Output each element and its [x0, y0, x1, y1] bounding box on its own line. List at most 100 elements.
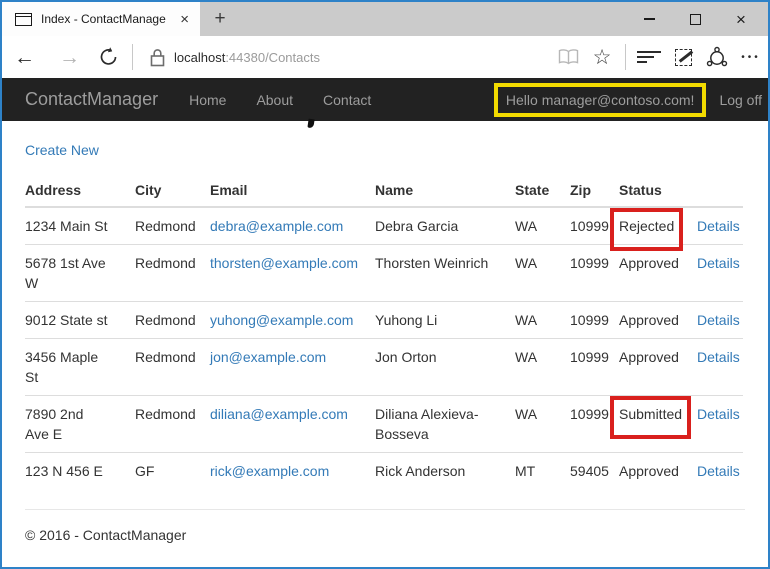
share-button[interactable] [701, 41, 733, 73]
cell-city: Redmond [135, 245, 210, 302]
url-path: :44380/Contacts [225, 50, 320, 65]
cell-city: Redmond [135, 207, 210, 245]
site-navbar: ContactManager Home About Contact Hello … [2, 78, 768, 121]
cell-zip: 10999 [570, 339, 619, 396]
cell-city: Redmond [135, 302, 210, 339]
cell-name: Yuhong Li [375, 302, 515, 339]
email-link[interactable]: jon@example.com [210, 349, 326, 365]
hub-button[interactable] [633, 41, 665, 73]
lock-icon [149, 47, 166, 68]
details-link[interactable]: Details [697, 349, 740, 365]
cell-address: 1234 Main St [25, 207, 135, 245]
create-new-link[interactable]: Create New [25, 142, 99, 158]
url-host: localhost [174, 50, 225, 65]
browser-toolbar: ← → localhost:44380/Contacts ☆ [2, 36, 768, 78]
status-value: Approved [619, 302, 697, 339]
contacts-table: Address City Email Name State Zip Status… [25, 174, 743, 489]
table-row: 3456 Maple St Redmond jon@example.com Jo… [25, 339, 743, 396]
brand-link[interactable]: ContactManager [25, 89, 158, 110]
cell-state: WA [515, 396, 570, 453]
cell-name: Diliana Alexieva- Bosseva [375, 396, 515, 453]
cell-state: MT [515, 453, 570, 490]
more-actions-button[interactable]: ••• [735, 41, 767, 73]
table-row: 5678 1st Ave W Redmond thorsten@example.… [25, 245, 743, 302]
cell-address: 7890 2nd Ave E [25, 396, 135, 453]
titlebar: Index - ContactManage × + × [2, 2, 768, 36]
cell-address: 9012 State st [25, 302, 135, 339]
email-link[interactable]: thorsten@example.com [210, 255, 358, 271]
refresh-button[interactable] [93, 41, 125, 73]
col-status: Status [619, 174, 697, 207]
email-link[interactable]: diliana@example.com [210, 406, 348, 422]
web-note-icon [675, 49, 692, 66]
status-value: Submitted [619, 406, 682, 422]
refresh-icon [98, 46, 120, 68]
star-icon: ☆ [593, 47, 612, 68]
status-value: Approved [619, 339, 697, 396]
browser-tab[interactable]: Index - ContactManage × [2, 2, 200, 36]
cell-zip: 59405 [570, 453, 619, 490]
table-row: 123 N 456 E GF rick@example.com Rick And… [25, 453, 743, 490]
table-header-row: Address City Email Name State Zip Status [25, 174, 743, 207]
forward-button[interactable]: → [47, 47, 92, 68]
close-window-button[interactable]: × [718, 2, 764, 36]
details-link[interactable]: Details [697, 406, 740, 422]
tab-title: Index - ContactManage [41, 12, 171, 26]
cell-state: WA [515, 245, 570, 302]
favorites-button[interactable]: ☆ [586, 41, 618, 73]
status-value: Approved [619, 245, 697, 302]
details-link[interactable]: Details [697, 463, 740, 479]
email-link[interactable]: debra@example.com [210, 218, 343, 234]
back-button[interactable]: ← [2, 47, 47, 68]
nav-home[interactable]: Home [174, 92, 241, 108]
cell-address: 5678 1st Ave W [25, 245, 135, 302]
details-link[interactable]: Details [697, 312, 740, 328]
email-link[interactable]: yuhong@example.com [210, 312, 353, 328]
navbar-right: Hello manager@contoso.com! Log off [494, 92, 762, 108]
minimize-icon [644, 18, 655, 20]
table-row: 7890 2nd Ave E Redmond diliana@example.c… [25, 396, 743, 453]
status-highlight: Rejected [610, 208, 683, 251]
page-content: Create New Address City Email Name State… [2, 121, 768, 567]
log-off-link[interactable]: Log off [719, 92, 762, 108]
status-value: Rejected [619, 218, 674, 234]
maximize-icon [690, 14, 701, 25]
reading-view-button[interactable] [552, 41, 584, 73]
book-icon [557, 48, 580, 66]
col-email: Email [210, 174, 375, 207]
table-row: 9012 State st Redmond yuhong@example.com… [25, 302, 743, 339]
browser-window: Index - ContactManage × + × ← → local [0, 0, 770, 569]
minimize-button[interactable] [626, 2, 672, 36]
nav-contact[interactable]: Contact [308, 92, 386, 108]
footer-copyright: © 2016 - ContactManager [25, 527, 745, 543]
details-link[interactable]: Details [697, 255, 740, 271]
cell-zip: 10999 [570, 245, 619, 302]
new-tab-button[interactable]: + [207, 5, 233, 33]
user-greeting-highlight: Hello manager@contoso.com! [494, 83, 707, 117]
hub-icon [637, 48, 661, 66]
web-note-button[interactable] [667, 41, 699, 73]
col-zip: Zip [570, 174, 619, 207]
cell-name: Rick Anderson [375, 453, 515, 490]
col-actions [697, 174, 743, 207]
details-link[interactable]: Details [697, 218, 740, 234]
cell-state: WA [515, 302, 570, 339]
col-city: City [135, 174, 210, 207]
cell-name: Jon Orton [375, 339, 515, 396]
window-controls: × [626, 2, 764, 36]
nav-about[interactable]: About [241, 92, 308, 108]
cell-city: GF [135, 453, 210, 490]
ellipsis-icon: ••• [741, 52, 761, 63]
address-bar[interactable]: localhost:44380/Contacts [174, 50, 320, 65]
cell-address: 3456 Maple St [25, 339, 135, 396]
col-state: State [515, 174, 570, 207]
status-value: Approved [619, 453, 697, 490]
tab-close-icon[interactable]: × [177, 11, 192, 28]
share-icon [706, 46, 728, 68]
cell-state: WA [515, 339, 570, 396]
site-security[interactable] [139, 47, 174, 68]
maximize-button[interactable] [672, 2, 718, 36]
page-icon [15, 13, 32, 26]
user-greeting[interactable]: Hello manager@contoso.com! [506, 92, 695, 108]
email-link[interactable]: rick@example.com [210, 463, 329, 479]
